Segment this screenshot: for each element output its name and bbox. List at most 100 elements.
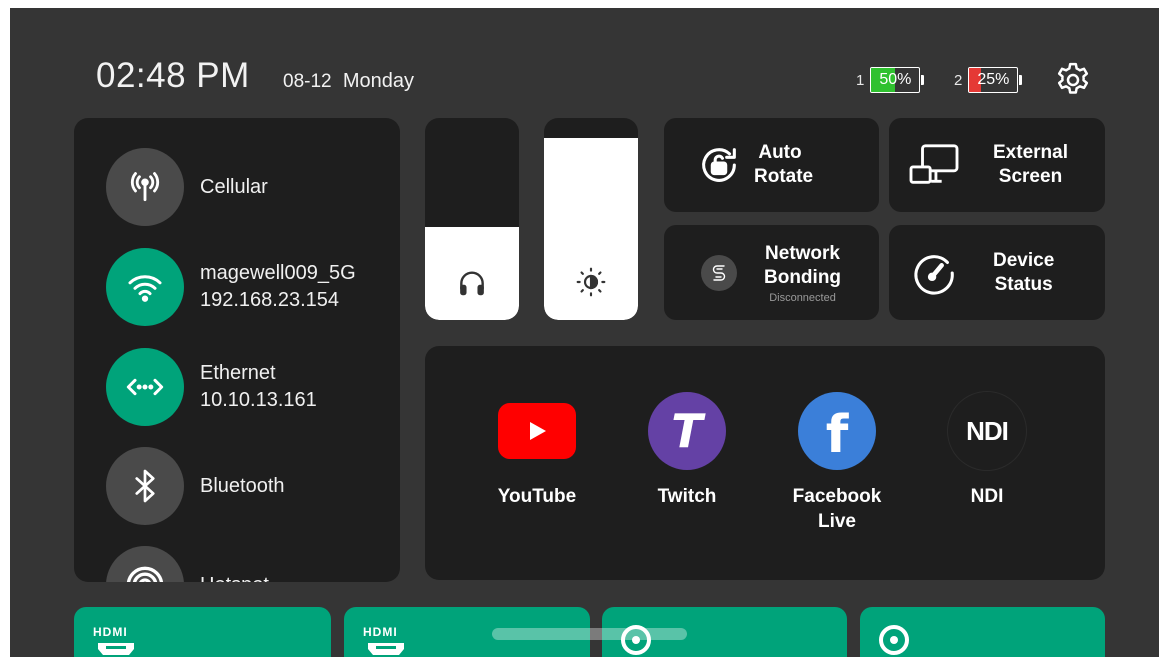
external-screen-icon	[909, 144, 959, 184]
label-line-1: Auto	[758, 142, 802, 163]
network-bonding-tile[interactable]: Network Bonding Disconnected	[664, 225, 879, 320]
app-label: YouTube	[498, 484, 576, 509]
network-item-text: Hotspot	[200, 572, 269, 583]
cellular-toggle[interactable]	[106, 148, 184, 226]
youtube-logo	[498, 403, 576, 459]
battery-2: 2 25%	[954, 67, 1023, 93]
hdmi-icon	[368, 643, 404, 655]
label-line-2: Status	[994, 273, 1053, 295]
app-name-line-1: NDI	[970, 486, 1004, 507]
device-status-label: Device Status	[993, 249, 1054, 297]
external-screen-label: External Screen	[993, 141, 1068, 189]
clock-time: 02:48 PM	[96, 56, 250, 95]
label-line-2: Bonding	[764, 266, 842, 288]
app-name-line-2: Live	[817, 511, 856, 532]
bluetooth-toggle[interactable]	[106, 447, 184, 525]
app-label: Twitch	[658, 484, 717, 509]
brightness-slider-icon	[544, 266, 638, 298]
bonding-status: Disconnected	[769, 291, 836, 304]
app-facebook-live[interactable]: f Facebook Live	[767, 392, 907, 534]
app-label: Facebook Live	[793, 484, 882, 534]
twitch-glyph: T	[671, 404, 703, 458]
app-name-line-1: Twitch	[657, 486, 717, 507]
battery-index: 2	[954, 71, 963, 89]
hotspot-toggle[interactable]	[106, 546, 184, 582]
label-line-1: Device	[993, 249, 1055, 271]
bonding-s-glyph	[712, 264, 726, 281]
ndi-icon[interactable]: NDI	[948, 392, 1026, 470]
app-twitch[interactable]: T Twitch	[617, 392, 757, 509]
battery-percent: 50%	[879, 71, 912, 88]
app-name-line-1: YouTube	[497, 486, 577, 507]
twitch-icon[interactable]: T	[648, 392, 726, 470]
rotate-lock-icon	[702, 148, 736, 182]
battery-1: 1 50%	[856, 67, 925, 93]
network-item-cellular[interactable]: Cellular	[106, 148, 268, 226]
network-item-text: Cellular	[200, 174, 268, 201]
bonding-icon-wrap	[664, 254, 774, 291]
external-screen-tile[interactable]: External Screen	[889, 118, 1105, 212]
headphones-icon	[460, 271, 484, 296]
ethernet-toggle[interactable]	[106, 348, 184, 426]
network-name: Cellular	[200, 175, 268, 198]
hotspot-icon	[126, 566, 164, 582]
settings-button[interactable]	[1053, 60, 1093, 100]
source-card-4[interactable]	[860, 607, 1105, 657]
source-card-hdmi-1[interactable]: HDMI	[74, 607, 331, 657]
bluetooth-icon	[135, 469, 155, 503]
facebook-icon[interactable]: f	[798, 392, 876, 470]
bonding-icon	[701, 254, 737, 291]
device-home-screen: 02:48 PM 08-12 Monday 1 50% 2 25% Cellul…	[10, 8, 1159, 657]
app-name-line-1: Facebook	[792, 486, 882, 507]
cellular-antenna-icon	[130, 172, 160, 202]
network-item-ethernet[interactable]: Ethernet 10.10.13.161	[106, 348, 317, 426]
network-item-wifi[interactable]: magewell009_5G 192.168.23.154	[106, 248, 356, 326]
network-name: Hotspot	[200, 572, 269, 583]
hdmi-icon	[98, 643, 134, 655]
battery-percent: 25%	[977, 71, 1010, 88]
facebook-glyph: f	[825, 405, 849, 465]
network-panel: Cellular magewell009_5G 192.168.23.154 E…	[74, 118, 400, 582]
auto-rotate-tile[interactable]: Auto Rotate	[664, 118, 879, 212]
label-line-1: External	[993, 142, 1068, 163]
app-youtube[interactable]: YouTube	[467, 392, 607, 509]
volume-slider[interactable]	[425, 118, 519, 320]
network-name: Ethernet	[200, 362, 276, 384]
drawer-handle[interactable]	[492, 628, 687, 640]
ethernet-icon	[126, 378, 164, 396]
network-item-text: Bluetooth	[200, 473, 285, 500]
ndi-glyph: NDI	[966, 415, 1009, 446]
clock-date: 08-12 Monday	[283, 70, 414, 93]
battery-tip	[921, 75, 925, 85]
camera-source-icon	[879, 625, 909, 655]
auto-rotate-label: Auto Rotate	[754, 141, 814, 189]
network-bonding-label: Network Bonding Disconnected	[764, 242, 841, 304]
hdmi-badge: HDMI	[363, 625, 398, 639]
network-detail: 192.168.23.154	[200, 289, 340, 311]
gauge-icon	[914, 254, 954, 295]
label-line-2: Rotate	[754, 166, 814, 187]
network-detail: 10.10.13.161	[200, 389, 317, 411]
gear-icon	[1057, 62, 1089, 94]
streaming-apps-panel: YouTube T Twitch f Facebook Live NDI NDI	[425, 346, 1105, 580]
hdmi-badge: HDMI	[93, 625, 128, 639]
network-item-text: magewell009_5G 192.168.23.154	[200, 260, 356, 314]
network-item-hotspot[interactable]: Hotspot	[106, 546, 269, 582]
network-name: magewell009_5G	[200, 262, 356, 284]
youtube-icon[interactable]	[498, 392, 576, 470]
network-item-bluetooth[interactable]: Bluetooth	[106, 447, 285, 525]
app-ndi[interactable]: NDI NDI	[917, 392, 1057, 509]
network-item-text: Ethernet 10.10.13.161	[200, 360, 317, 414]
date-value: 08-12	[283, 71, 332, 92]
battery-icon: 25%	[968, 67, 1019, 93]
weekday-value: Monday	[342, 70, 415, 92]
brightness-slider[interactable]	[544, 118, 638, 320]
network-name: Bluetooth	[200, 474, 285, 497]
volume-slider-icon	[425, 266, 519, 298]
label-line-1: Network	[765, 242, 840, 264]
brightness-icon	[576, 267, 606, 297]
device-status-tile[interactable]: Device Status	[889, 225, 1105, 320]
battery-icon: 50%	[870, 67, 921, 93]
wifi-icon	[128, 275, 162, 302]
wifi-toggle[interactable]	[106, 248, 184, 326]
